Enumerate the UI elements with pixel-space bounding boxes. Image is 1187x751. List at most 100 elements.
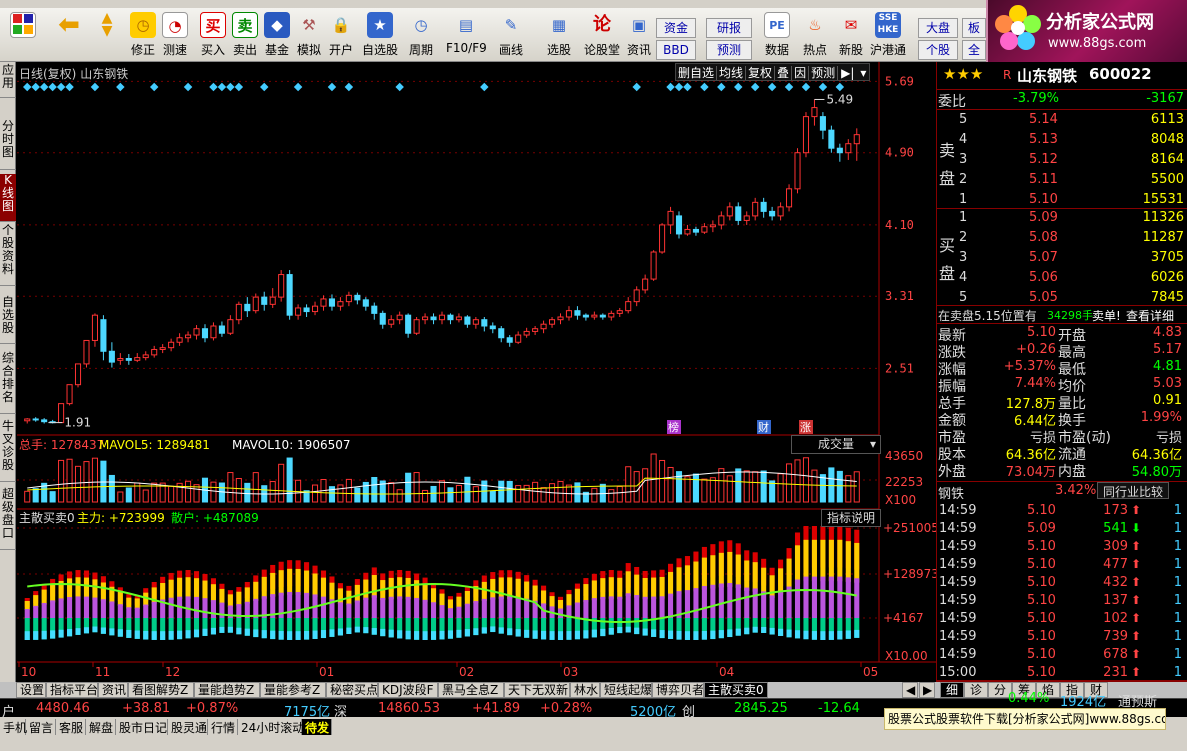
predict-button[interactable]: 预测 bbox=[809, 66, 839, 80]
market-button[interactable]: 大盘 bbox=[918, 18, 958, 38]
status-item-0[interactable]: 手机 bbox=[0, 719, 27, 735]
all-button[interactable]: 全 bbox=[962, 40, 986, 60]
layout-button[interactable] bbox=[6, 10, 40, 62]
toolbar-btn-14[interactable]: PE 数据 bbox=[760, 10, 794, 62]
indicator-tab-3[interactable]: 看图解势Z bbox=[128, 682, 194, 698]
indicator-tab-4[interactable]: 量能趋势Z bbox=[194, 682, 260, 698]
indicator-bar-cyan bbox=[363, 627, 369, 634]
ad-banner[interactable]: 股票公式股票软件下载[分析家公式网]www.88gs.com bbox=[884, 708, 1166, 730]
tab-kline[interactable]: K线图 bbox=[0, 174, 16, 222]
indicator-tab-12[interactable]: 博弈贝者 bbox=[652, 682, 704, 698]
toolbar-btn-6[interactable]: 🔒 开户 bbox=[324, 10, 358, 62]
compare-industry-button[interactable]: 同行业比较 bbox=[1097, 482, 1169, 499]
dropdown-icon[interactable]: ▾ bbox=[857, 66, 869, 80]
factor-button[interactable]: 因 bbox=[792, 66, 810, 80]
toolbar-btn-15[interactable]: ♨ 热点 bbox=[798, 10, 832, 62]
status-item-1[interactable]: 留言 bbox=[26, 719, 56, 735]
indicator-tab-5[interactable]: 量能参考Z bbox=[260, 682, 326, 698]
status-item-5[interactable]: 股灵通 bbox=[168, 719, 208, 735]
indicator-tab-7[interactable]: KDJ波段F bbox=[378, 682, 438, 698]
indicator-bar-yellow bbox=[312, 573, 318, 598]
research-button[interactable]: 研报 bbox=[706, 18, 752, 38]
indicator-explain-button[interactable]: 指标说明 bbox=[821, 509, 881, 527]
toolbar-btn-4[interactable]: ◆ 基金 bbox=[260, 10, 294, 62]
toolbar-btn-13[interactable]: ▣ 资讯 bbox=[622, 10, 656, 62]
back-button[interactable]: ⬅ bbox=[52, 10, 86, 62]
volume-bar bbox=[464, 476, 471, 503]
toolbar-btn-5[interactable]: ⚒ 模拟 bbox=[292, 10, 326, 62]
status-item-8[interactable]: 待发 bbox=[302, 719, 332, 735]
toolbar-btn-2[interactable]: 买买入 bbox=[196, 10, 230, 62]
indicator-tab-11[interactable]: 短线起爆 bbox=[600, 682, 652, 698]
adjust-button[interactable]: 复权 bbox=[746, 66, 776, 80]
indicator-tab-2[interactable]: 资讯 bbox=[98, 682, 128, 698]
candle-body bbox=[91, 314, 98, 341]
indicator-tab-13[interactable]: 主散买卖0 bbox=[704, 682, 768, 698]
kline-chart-area[interactable]: 5.69 4.90 4.10 3.31 2.51 5.49 1.91 榜 财 涨总手: 12784… bbox=[17, 62, 939, 682]
toolbar-btn-0[interactable]: ◷ 修正 bbox=[126, 10, 160, 62]
ma-button[interactable]: 均线 bbox=[717, 66, 747, 80]
indicator-tab-10[interactable]: 林水 bbox=[570, 682, 600, 698]
toolbar-btn-10[interactable]: ✎ 画线 bbox=[494, 10, 528, 62]
tab-diagnosis[interactable]: 牛叉诊股 bbox=[0, 420, 16, 482]
quote-tab-0[interactable]: 细 bbox=[940, 682, 964, 698]
fund-flow-button[interactable]: 资金 bbox=[656, 18, 696, 38]
indicator-tab-0[interactable]: 设置 bbox=[16, 682, 46, 698]
indicator-tab-6[interactable]: 秘密买点 bbox=[326, 682, 378, 698]
scroll-right-icon[interactable]: ▶ bbox=[919, 682, 935, 698]
toolbar-btn-1[interactable]: ◔ 测速 bbox=[158, 10, 192, 62]
tab-intraday[interactable]: 分时图 bbox=[0, 120, 16, 170]
bbd-button[interactable]: BBD bbox=[656, 40, 696, 60]
toolbar-btn-16[interactable]: ✉ 新股 bbox=[834, 10, 868, 62]
status-item-6[interactable]: 行情 bbox=[208, 719, 238, 735]
sector-button[interactable]: 板 bbox=[962, 18, 986, 38]
arrow-up-icon: ⬆ bbox=[1131, 539, 1142, 553]
candle-body bbox=[777, 206, 784, 217]
scroll-left-icon[interactable]: ◀ bbox=[902, 682, 918, 698]
remove-watchlist-button[interactable]: 删自选 bbox=[676, 66, 718, 80]
order-note[interactable]: 在卖盘5.15位置有 34298手 卖单! 查看详细 bbox=[937, 305, 1187, 324]
skip-end-icon[interactable]: ▶| bbox=[838, 66, 857, 80]
volume-bar bbox=[235, 478, 242, 503]
indicator-bar-cyan bbox=[134, 630, 140, 639]
volume-bar bbox=[794, 459, 801, 503]
toolbar-btn-9[interactable]: ▤ F10/F9 bbox=[446, 10, 487, 62]
status-item-7[interactable]: 24小时滚动 bbox=[238, 719, 304, 735]
candle-body bbox=[633, 289, 640, 303]
candle-body bbox=[430, 316, 437, 321]
volume-selector[interactable]: 成交量 ▾ bbox=[791, 435, 881, 454]
toolbar-btn-12[interactable]: 论论股堂 bbox=[582, 10, 622, 62]
industry-row: 钢铁 3.42% 同行业比较 bbox=[937, 481, 1187, 502]
flower-icon bbox=[995, 5, 1041, 50]
status-item-2[interactable]: 客服 bbox=[56, 719, 86, 735]
volume-bar bbox=[574, 482, 581, 503]
stock-button[interactable]: 个股 bbox=[918, 40, 958, 60]
indicator-bar-cyan bbox=[744, 627, 750, 635]
tab-ranking[interactable]: 综合排名 bbox=[0, 352, 16, 414]
tab-apps[interactable]: 应用 bbox=[0, 64, 16, 98]
overlay-button[interactable]: 叠 bbox=[775, 66, 793, 80]
up-down-button[interactable]: ▲ ▼ bbox=[94, 10, 120, 62]
tab-level2[interactable]: 超级盘口 bbox=[0, 488, 16, 550]
toolbar-btn-8[interactable]: ◷ 周期 bbox=[404, 10, 438, 62]
indicator-tab-9[interactable]: 天下无双新 bbox=[504, 682, 570, 698]
toolbar-btn-11[interactable]: ▦ 选股 bbox=[542, 10, 576, 62]
quote-tab-1[interactable]: 诊 bbox=[964, 682, 988, 698]
toolbar-btn-17[interactable]: SSE HKE 沪港通 bbox=[868, 10, 908, 62]
volume-bar bbox=[447, 487, 454, 503]
indicator-tab-1[interactable]: 指标平台 bbox=[46, 682, 98, 698]
indicator-bar-yellow bbox=[337, 588, 343, 605]
tab-profile[interactable]: 个股资料 bbox=[0, 224, 16, 286]
indicator-bar-yellow bbox=[329, 582, 335, 602]
toolbar-btn-7[interactable]: ★ 自选股 bbox=[362, 10, 398, 62]
indicator-bar-cyan bbox=[371, 628, 377, 635]
forecast-button[interactable]: 预测 bbox=[706, 40, 752, 60]
status-item-3[interactable]: 解盘 bbox=[86, 719, 116, 735]
status-item-4[interactable]: 股市日记 bbox=[116, 719, 168, 735]
indicator-tab-8[interactable]: 黑马全息Z bbox=[438, 682, 504, 698]
candle-body bbox=[650, 251, 657, 280]
toolbar-btn-3[interactable]: 卖卖出 bbox=[228, 10, 262, 62]
tab-watchlist[interactable]: 自选股 bbox=[0, 296, 16, 344]
indicator-bar-purple bbox=[405, 596, 411, 618]
volume-bar bbox=[828, 467, 835, 503]
